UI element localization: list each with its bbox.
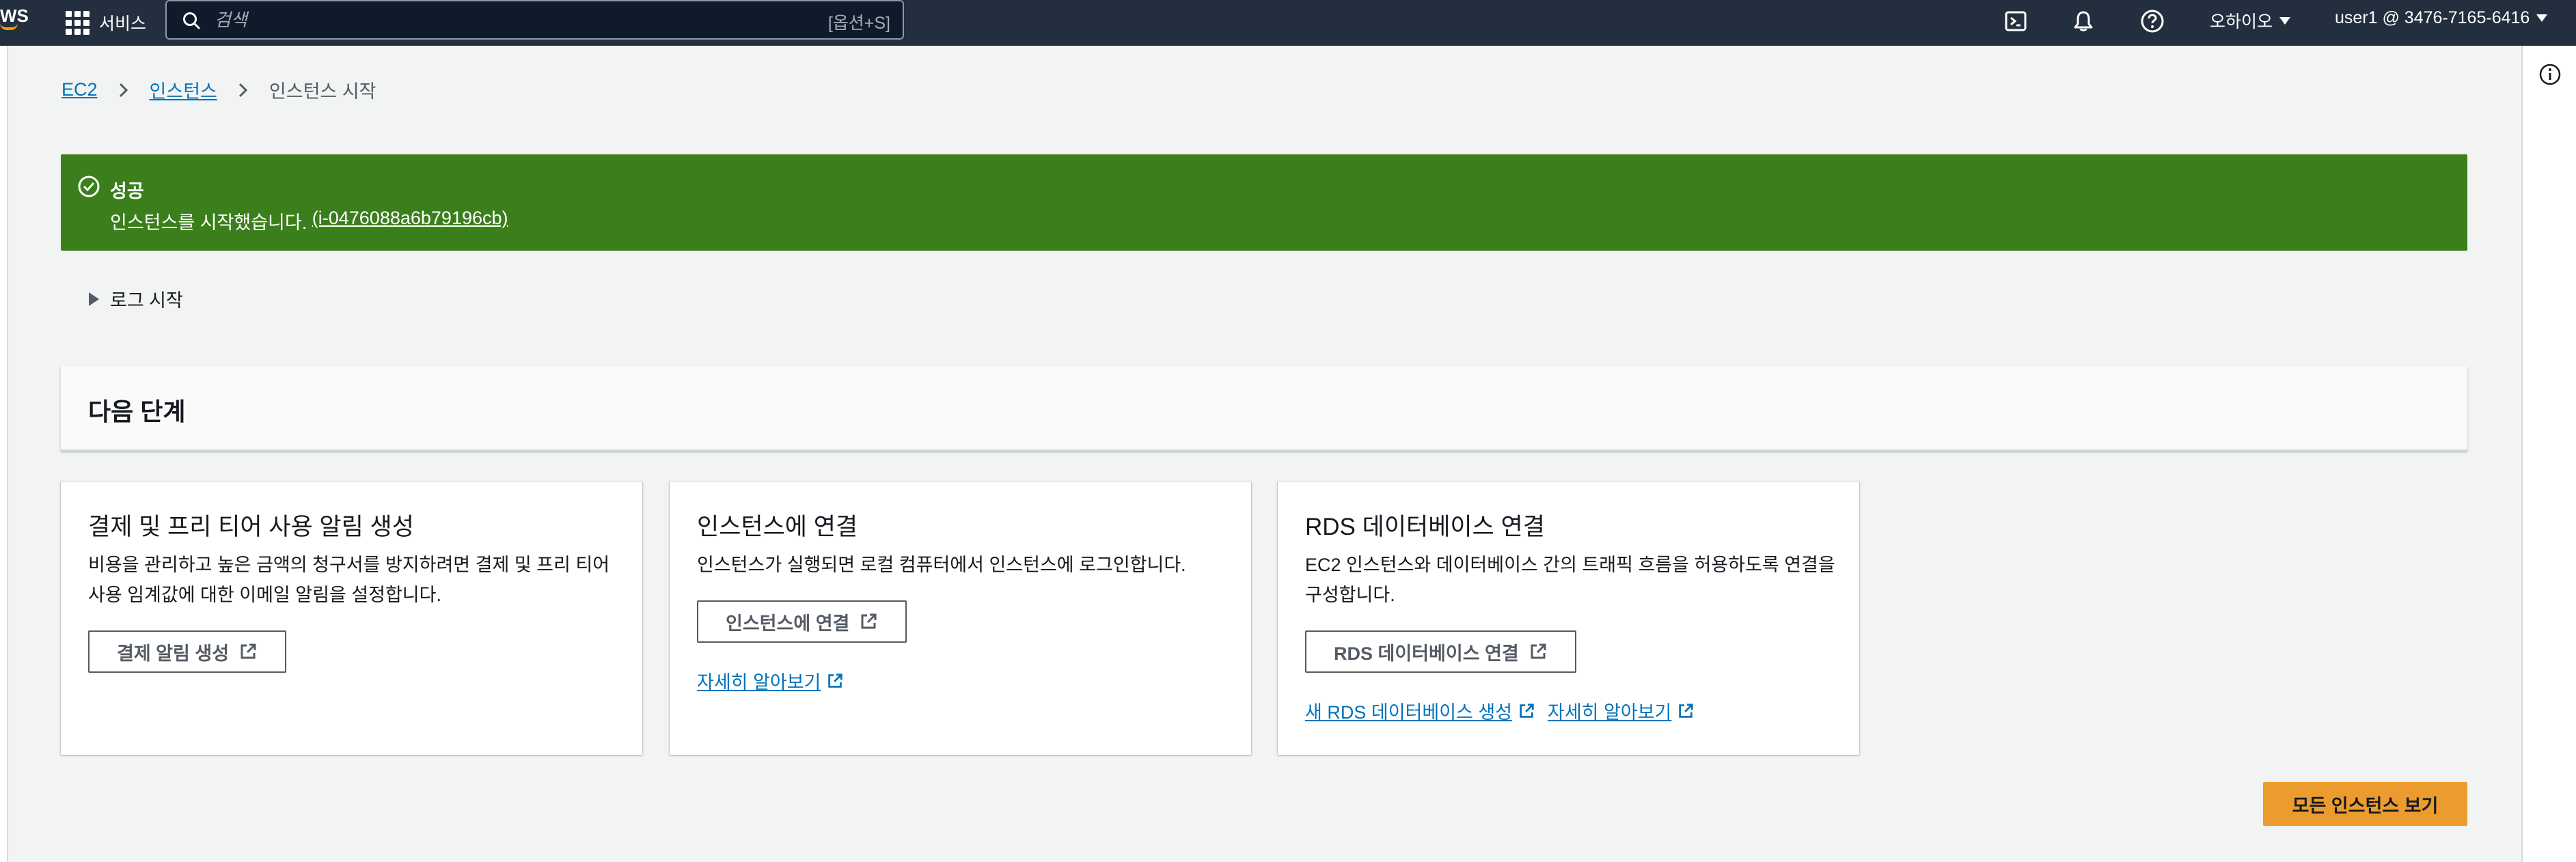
card-title: 결제 및 프리 티어 사용 알림 생성: [88, 514, 414, 540]
card-description-line: EC2 인스턴스와 데이터베이스 간의 트래픽 흐름을 허용하도록 연결을: [1305, 555, 1835, 575]
card-description-line: 인스턴스가 실행되면 로컬 컴퓨터에서 인스턴스에 로그인합니다.: [697, 555, 1186, 575]
link-label: 자세히 알아보기: [697, 672, 821, 693]
account-menu[interactable]: user1 @ 3476-7165-6416: [2335, 8, 2548, 28]
cloudshell-icon: [2005, 11, 2027, 31]
card-description: 비용을 관리하고 높은 금액의 청구서를 방지하려면 결제 및 프리 티어 사용…: [88, 550, 609, 610]
external-link-icon: [1679, 703, 1694, 718]
top-navigation-bar: WS 서비스 [옵션+S] 오하이: [0, 0, 2576, 46]
launch-log-expander[interactable]: 로그 시작: [89, 286, 183, 312]
learn-more-link[interactable]: 자세히 알아보기: [697, 667, 844, 694]
connect-instance-card: 인스턴스에 연결 인스턴스가 실행되면 로컬 컴퓨터에서 인스턴스에 로그인합니…: [670, 482, 1251, 755]
button-label: RDS 데이터베이스 연결: [1334, 643, 1519, 664]
search-shortcut-hint: [옵션+S]: [827, 14, 890, 33]
link-label: 새 RDS 데이터베이스 생성: [1305, 702, 1513, 723]
caret-down-icon: [2536, 14, 2548, 22]
grid-icon: [66, 10, 90, 35]
caret-right-icon: [89, 292, 99, 306]
instance-id-link[interactable]: (i-0476088a6b79196cb): [312, 208, 508, 234]
next-steps-header: 다음 단계: [61, 366, 2467, 451]
connect-instance-button[interactable]: 인스턴스에 연결: [697, 600, 907, 643]
breadcrumb-link-ec2[interactable]: EC2: [61, 79, 98, 100]
caret-down-icon: [2279, 16, 2291, 25]
breadcrumb-link-instances[interactable]: 인스턴스: [150, 77, 217, 103]
external-link-icon: [828, 673, 843, 688]
card-title: 인스턴스에 연결: [697, 514, 858, 540]
aws-logo-smile: [0, 23, 18, 30]
search-input[interactable]: [215, 7, 761, 33]
search-icon: [183, 12, 200, 29]
billing-alert-card: 결제 및 프리 티어 사용 알림 생성 비용을 관리하고 높은 금액의 청구서를…: [61, 482, 642, 755]
help-icon: [2141, 10, 2164, 33]
bell-icon: [2074, 11, 2093, 31]
button-label: 인스턴스에 연결: [726, 613, 850, 634]
flash-title: 성공: [110, 181, 144, 201]
region-label: 오하이오: [2210, 12, 2273, 31]
external-link-icon: [1531, 643, 1546, 659]
help-panel-rail: [2521, 46, 2576, 862]
card-description-line: 비용을 관리하고 높은 금액의 청구서를 방지하려면 결제 및 프리 티어: [88, 555, 610, 575]
card-description-line: 사용 임계값에 대한 이메일 알림을 설정합니다.: [88, 585, 441, 605]
card-description: 인스턴스가 실행되면 로컬 컴퓨터에서 인스턴스에 로그인합니다.: [697, 550, 1186, 580]
account-label: user1 @ 3476-7165-6416: [2335, 8, 2530, 27]
region-selector[interactable]: 오하이오: [2210, 8, 2291, 33]
info-icon[interactable]: [2538, 62, 2562, 87]
cloudshell-button[interactable]: [2001, 6, 2031, 36]
services-menu-button[interactable]: 서비스: [66, 5, 146, 40]
learn-more-link[interactable]: 자세히 알아보기: [1548, 697, 1695, 724]
chevron-right-icon: [238, 83, 248, 97]
search-bar[interactable]: [옵션+S]: [165, 0, 904, 40]
link-label: 자세히 알아보기: [1548, 702, 1672, 723]
notifications-button[interactable]: [2068, 6, 2098, 36]
left-navigation-edge[interactable]: [0, 46, 8, 862]
flash-message-text: 인스턴스를 시작했습니다.: [110, 212, 307, 233]
external-link-icon: [241, 643, 256, 659]
launch-log-label: 로그 시작: [110, 290, 183, 311]
create-rds-database-link[interactable]: 새 RDS 데이터베이스 생성: [1305, 697, 1535, 724]
rds-connect-card: RDS 데이터베이스 연결 EC2 인스턴스와 데이터베이스 간의 트래픽 흐름…: [1278, 482, 1859, 755]
button-label: 결제 알림 생성: [117, 643, 230, 664]
breadcrumb: EC2 인스턴스 인스턴스 시작: [61, 77, 376, 103]
services-label: 서비스: [99, 14, 147, 33]
view-all-instances-button[interactable]: 모든 인스턴스 보기: [2263, 782, 2467, 826]
flash-message: 인스턴스를 시작했습니다. (i-0476088a6b79196cb): [110, 208, 508, 234]
next-steps-title: 다음 단계: [88, 398, 186, 426]
chevron-right-icon: [119, 83, 128, 97]
help-button[interactable]: [2137, 6, 2167, 36]
card-title: RDS 데이터베이스 연결: [1305, 514, 1545, 540]
breadcrumb-current: 인스턴스 시작: [269, 81, 376, 102]
connect-rds-button[interactable]: RDS 데이터베이스 연결: [1305, 630, 1576, 673]
external-link-icon: [1520, 703, 1534, 718]
card-description: EC2 인스턴스와 데이터베이스 간의 트래픽 흐름을 허용하도록 연결을 구성…: [1305, 550, 1835, 610]
external-link-icon: [861, 613, 877, 629]
success-check-icon: [78, 176, 100, 197]
card-description-line: 구성합니다.: [1305, 585, 1395, 605]
create-billing-alert-button[interactable]: 결제 알림 생성: [88, 630, 287, 673]
success-flash-message: 성공 인스턴스를 시작했습니다. (i-0476088a6b79196cb): [61, 154, 2467, 251]
